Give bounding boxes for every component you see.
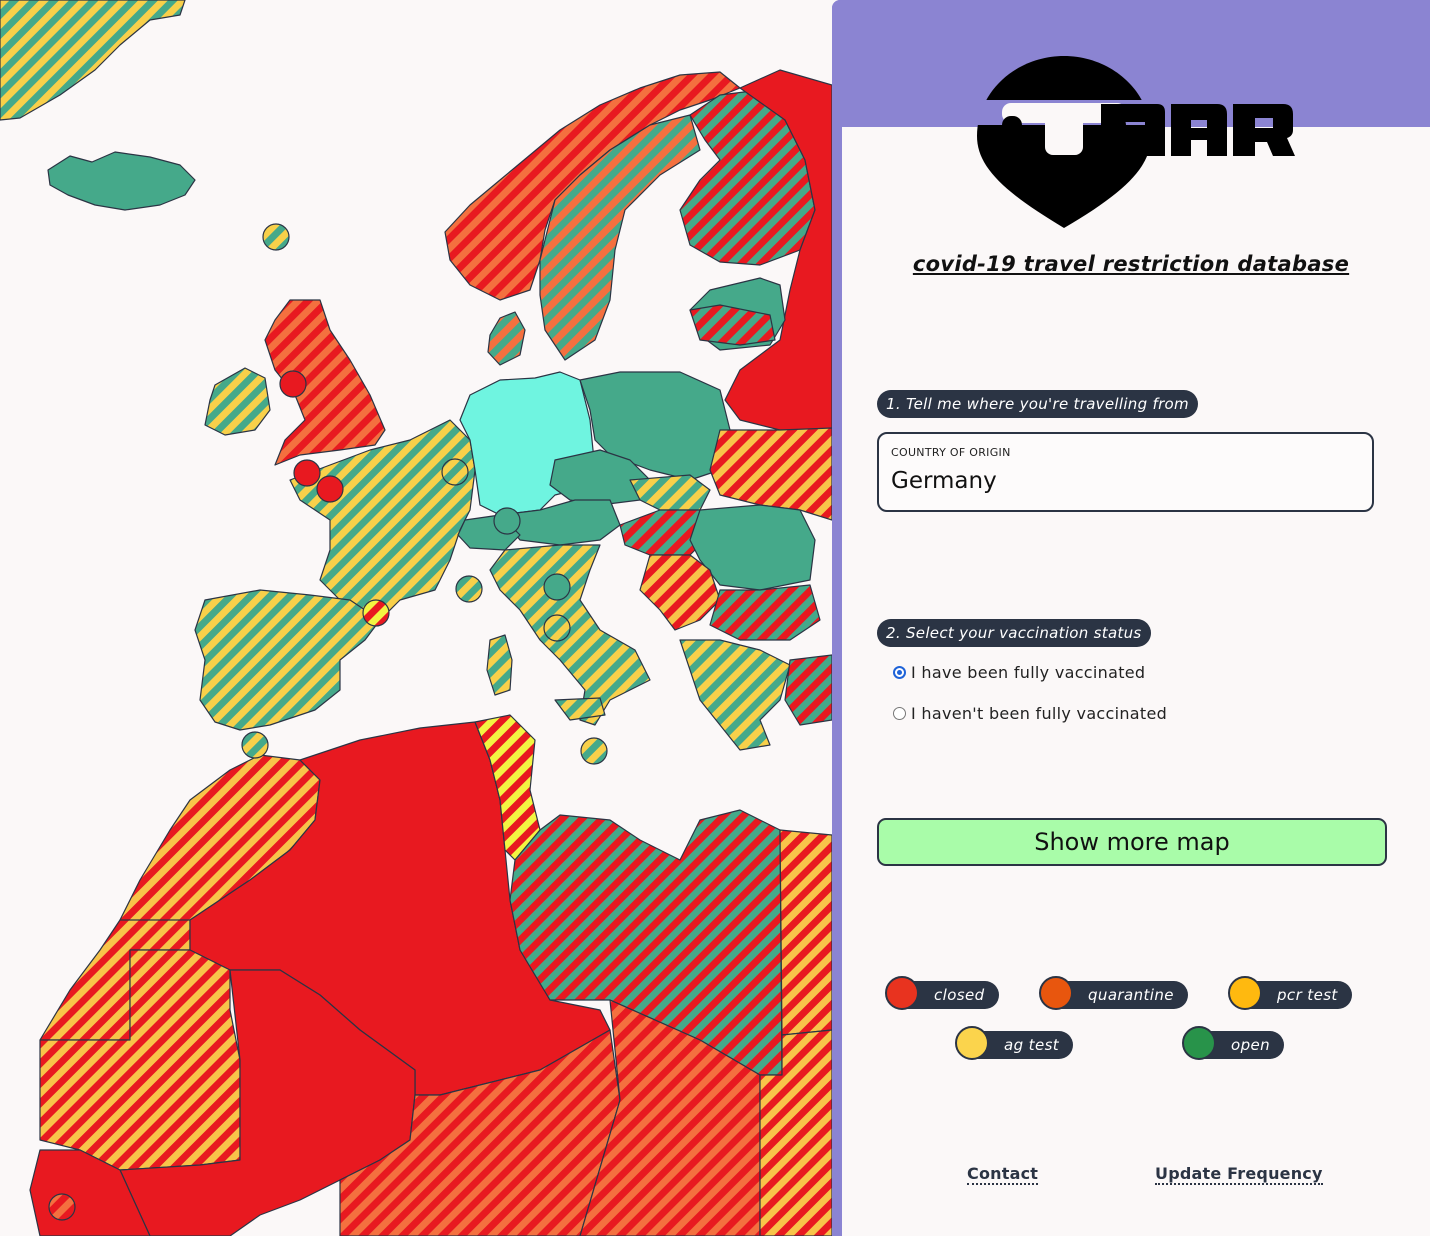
gibraltar-marker[interactable] [241, 731, 269, 759]
country-of-origin-label: COUNTRY OF ORIGIN [891, 446, 1011, 459]
denmark-region[interactable] [487, 311, 526, 366]
jersey-marker[interactable] [293, 459, 321, 487]
liechtenstein-marker[interactable] [493, 507, 521, 535]
legend-open[interactable]: open [1182, 1026, 1285, 1060]
spain-region[interactable] [194, 589, 381, 731]
open-dot-icon [1182, 1026, 1216, 1060]
san-marino-marker[interactable] [543, 573, 571, 601]
panel-left-band [832, 0, 842, 1236]
faroe-marker[interactable] [262, 223, 290, 251]
legend-pcr-test[interactable]: pcr test [1228, 976, 1352, 1010]
tnar-logo [977, 56, 1297, 228]
not-vaccinated-option[interactable]: I haven't been fully vaccinated [893, 704, 1167, 723]
pcr-test-dot-icon [1228, 976, 1262, 1010]
luxembourg-marker[interactable] [441, 458, 469, 486]
andorra-marker[interactable] [362, 599, 390, 627]
vaccinated-option-label: I have been fully vaccinated [911, 663, 1146, 682]
map-svg[interactable] [0, 0, 832, 1236]
iceland-region[interactable] [47, 151, 196, 211]
monaco-marker[interactable] [455, 575, 483, 603]
not-vaccinated-option-label: I haven't been fully vaccinated [911, 704, 1168, 723]
show-more-map-button[interactable]: Show more map [877, 818, 1387, 866]
radio-unchecked-icon[interactable] [893, 707, 906, 720]
turkey-region[interactable] [784, 654, 832, 726]
closed-dot-icon [885, 976, 919, 1010]
legend-closed[interactable]: closed [885, 976, 999, 1010]
contact-link[interactable]: Contact [967, 1164, 1039, 1185]
country-of-origin-field[interactable]: COUNTRY OF ORIGIN [877, 432, 1374, 512]
egypt-region[interactable] [779, 829, 832, 1036]
mauritania-region[interactable] [39, 949, 241, 1171]
legend-quarantine[interactable]: quarantine [1039, 976, 1188, 1010]
malta-marker[interactable] [580, 737, 608, 765]
ireland-region[interactable] [204, 367, 271, 436]
sardinia-region[interactable] [486, 634, 513, 696]
italy-region[interactable] [489, 544, 651, 726]
side-panel: covid-19 travel restriction database 1. … [832, 0, 1430, 1236]
isle-of-man-marker[interactable] [279, 370, 307, 398]
step1-label: 1. Tell me where you're travelling from [877, 390, 1198, 418]
step2-label: 2. Select your vaccination status [877, 619, 1151, 647]
radio-checked-icon[interactable] [893, 666, 906, 679]
logo-pin-icon [977, 56, 1295, 228]
guernsey-marker[interactable] [316, 475, 344, 503]
bulgaria-region[interactable] [709, 584, 821, 641]
vaccinated-option[interactable]: I have been fully vaccinated [893, 663, 1145, 682]
quarantine-dot-icon [1039, 976, 1073, 1010]
greenland-region[interactable] [0, 0, 186, 121]
vatican-marker[interactable] [543, 614, 571, 642]
tagline: covid-19 travel restriction database [912, 252, 1350, 276]
legend-ag-test[interactable]: ag test [955, 1026, 1074, 1060]
update-frequency-link[interactable]: Update Frequency [1155, 1164, 1323, 1185]
country-of-origin-input[interactable] [891, 468, 1351, 494]
gambia-marker[interactable] [48, 1193, 76, 1221]
restriction-map[interactable] [0, 0, 832, 1236]
ag-test-dot-icon [955, 1026, 989, 1060]
greece-region[interactable] [679, 639, 791, 751]
slovakia-region[interactable] [629, 474, 711, 511]
